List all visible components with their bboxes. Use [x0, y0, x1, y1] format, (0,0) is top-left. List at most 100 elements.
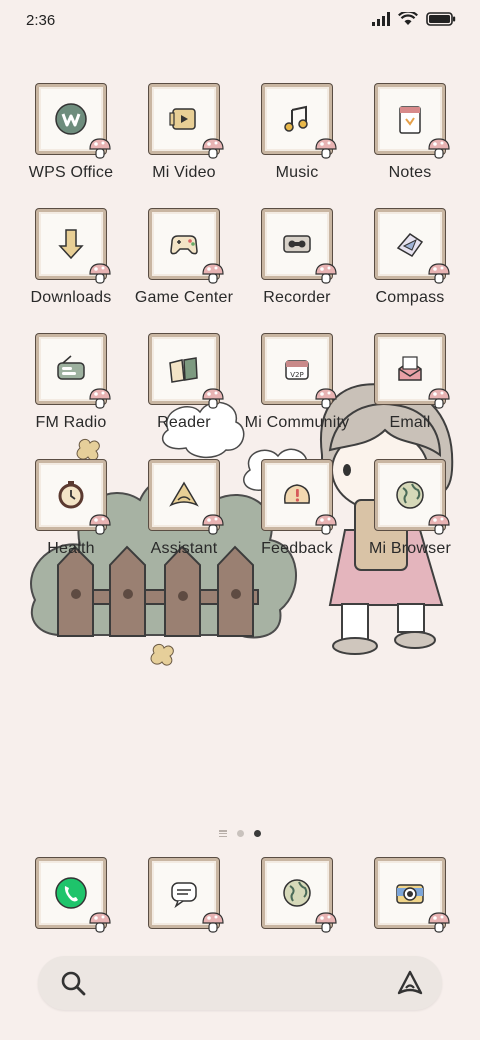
app-label: Mi Video: [152, 164, 216, 181]
dock-app-browser[interactable]: [242, 858, 352, 968]
app-icon-frame[interactable]: [36, 858, 111, 933]
browser-icon[interactable]: [277, 873, 317, 913]
app-game-center[interactable]: Game Center: [129, 209, 239, 319]
messages-icon[interactable]: [164, 873, 204, 913]
app-assistant[interactable]: Assistant: [129, 460, 239, 570]
app-label: Feedback: [261, 540, 333, 557]
mushroom-decoration-icon: [428, 388, 450, 409]
app-health[interactable]: Health: [16, 460, 126, 570]
mushroom-decoration-icon: [89, 514, 111, 535]
phone-icon[interactable]: [51, 873, 91, 913]
email-icon[interactable]: [390, 349, 430, 389]
notes-icon[interactable]: [390, 99, 430, 139]
mushroom-decoration-icon: [315, 514, 337, 535]
app-label: Reader: [157, 414, 211, 431]
app-music[interactable]: Music: [242, 84, 352, 194]
app-label: Notes: [388, 164, 432, 181]
app-icon-frame[interactable]: [262, 858, 337, 933]
recorder-icon[interactable]: [277, 224, 317, 264]
app-notes[interactable]: Notes: [355, 84, 465, 194]
mushroom-decoration-icon: [202, 912, 224, 933]
app-compass[interactable]: Compass: [355, 209, 465, 319]
search-bar[interactable]: [38, 956, 442, 1010]
app-icon-frame[interactable]: [262, 460, 337, 535]
app-icon-frame[interactable]: [262, 209, 337, 284]
app-mi-community[interactable]: V2P Mi Community: [242, 334, 352, 444]
mushroom-decoration-icon: [202, 138, 224, 159]
app-fm-radio[interactable]: FM Radio: [16, 334, 126, 444]
wifi-icon: [398, 12, 418, 25]
mushroom-decoration-icon: [89, 912, 111, 933]
gamepad-icon[interactable]: [164, 224, 204, 264]
mushroom-decoration-icon: [315, 263, 337, 284]
video-icon[interactable]: [164, 99, 204, 139]
feedback-icon[interactable]: [277, 475, 317, 515]
page-list-indicator[interactable]: [219, 830, 227, 837]
signal-icon: [372, 12, 390, 26]
mushroom-decoration-icon: [202, 388, 224, 409]
assistant-logo-icon[interactable]: [396, 969, 424, 997]
search-icon[interactable]: [60, 970, 86, 996]
app-icon-frame[interactable]: [375, 209, 450, 284]
app-icon-frame[interactable]: [375, 460, 450, 535]
wps-icon[interactable]: [51, 99, 91, 139]
app-label: Assistant: [150, 540, 218, 557]
app-icon-frame[interactable]: [375, 858, 450, 933]
app-icon-frame[interactable]: [149, 209, 224, 284]
reader-icon[interactable]: [164, 349, 204, 389]
dock-app-messages[interactable]: [129, 858, 239, 968]
browser-icon[interactable]: [390, 475, 430, 515]
radio-icon[interactable]: [51, 349, 91, 389]
app-icon-frame[interactable]: [36, 460, 111, 535]
app-icon-frame[interactable]: V2P: [262, 334, 337, 409]
status-time: 2:36: [26, 12, 56, 29]
app-icon-frame[interactable]: [36, 84, 111, 159]
community-icon[interactable]: V2P: [277, 349, 317, 389]
page-indicator[interactable]: [0, 830, 480, 837]
app-icon-frame[interactable]: [149, 858, 224, 933]
app-wps-office[interactable]: WPS Office: [16, 84, 126, 194]
compass-icon[interactable]: [390, 224, 430, 264]
status-bar: 2:36: [0, 0, 480, 44]
app-label: Recorder: [263, 289, 331, 306]
app-label: Compass: [375, 289, 445, 306]
app-reader[interactable]: Reader: [129, 334, 239, 444]
app-icon-frame[interactable]: [262, 84, 337, 159]
app-label: Email: [389, 414, 431, 431]
app-recorder[interactable]: Recorder: [242, 209, 352, 319]
status-icons: [372, 12, 456, 26]
app-icon-frame[interactable]: [36, 209, 111, 284]
mushroom-decoration-icon: [315, 138, 337, 159]
app-label: WPS Office: [28, 164, 114, 181]
dock-app-camera[interactable]: [355, 858, 465, 968]
health-icon[interactable]: [51, 475, 91, 515]
app-icon-frame[interactable]: [375, 84, 450, 159]
app-label: Mi Browser: [368, 540, 451, 557]
app-icon-frame[interactable]: [149, 460, 224, 535]
app-mi-browser[interactable]: Mi Browser: [355, 460, 465, 570]
svg-text:V2P: V2P: [290, 371, 303, 379]
mushroom-decoration-icon: [202, 263, 224, 284]
app-mi-video[interactable]: Mi Video: [129, 84, 239, 194]
app-email[interactable]: Email: [355, 334, 465, 444]
mushroom-decoration-icon: [89, 138, 111, 159]
mushroom-decoration-icon: [428, 263, 450, 284]
app-downloads[interactable]: Downloads: [16, 209, 126, 319]
dock-app-phone[interactable]: [16, 858, 126, 968]
app-icon-frame[interactable]: [149, 84, 224, 159]
app-icon-frame[interactable]: [36, 334, 111, 409]
app-label: Health: [47, 540, 95, 557]
app-label: Downloads: [30, 289, 112, 306]
app-label: Game Center: [134, 289, 234, 306]
app-icon-frame[interactable]: [149, 334, 224, 409]
music-icon[interactable]: [277, 99, 317, 139]
app-feedback[interactable]: Feedback: [242, 460, 352, 570]
assistant-icon[interactable]: [164, 475, 204, 515]
page-dot[interactable]: [237, 830, 244, 837]
app-icon-frame[interactable]: [375, 334, 450, 409]
battery-icon: [426, 12, 456, 26]
page-dot-active[interactable]: [254, 830, 261, 837]
camera-icon[interactable]: [390, 873, 430, 913]
mushroom-decoration-icon: [202, 514, 224, 535]
download-icon[interactable]: [51, 224, 91, 264]
